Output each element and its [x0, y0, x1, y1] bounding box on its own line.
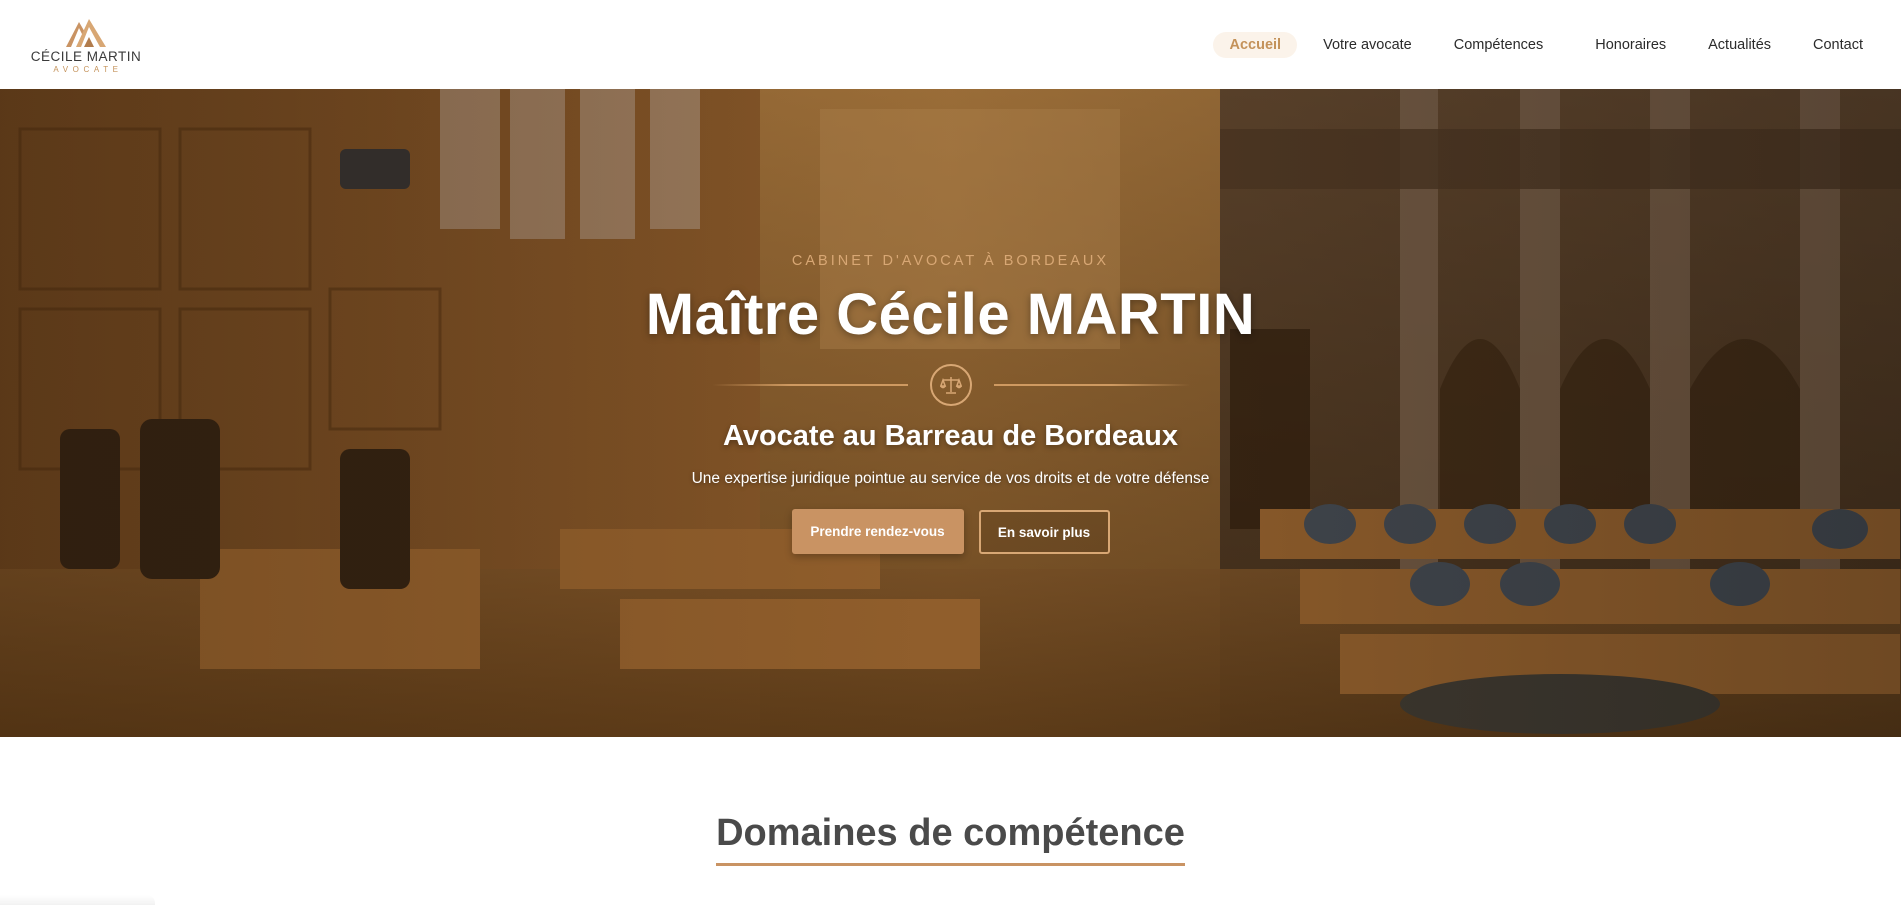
site-header: CÉCILE MARTIN AVOCATE Accueil Votre avoc… — [0, 0, 1901, 89]
hero-eyebrow: CABINET D'AVOCAT À BORDEAUX — [791, 253, 1110, 269]
mountain-monogram-icon — [66, 18, 106, 47]
floating-widget-edge — [0, 895, 155, 905]
hero-cta-row: Prendre rendez-vous En savoir plus — [791, 508, 1110, 554]
hero-tagline: Une expertise juridique pointue au servi… — [691, 470, 1210, 487]
logo-name: CÉCILE MARTIN — [30, 48, 142, 64]
book-appointment-button[interactable]: Prendre rendez-vous — [791, 508, 964, 554]
learn-more-button[interactable]: En savoir plus — [978, 510, 1110, 554]
nav-item-actualites[interactable]: Actualités — [1692, 32, 1787, 58]
section-title: Domaines de compétence — [716, 812, 1185, 866]
nav-item-honoraires[interactable]: Honoraires — [1579, 32, 1682, 58]
logo-subtitle: AVOCATE — [53, 64, 123, 74]
nav-item-contact[interactable]: Contact — [1797, 32, 1879, 58]
hero-section: CABINET D'AVOCAT À BORDEAUX Maître Cécil… — [0, 89, 1901, 737]
nav-item-votre-avocate[interactable]: Votre avocate — [1307, 32, 1428, 58]
scales-of-justice-icon — [939, 377, 962, 394]
divider-line-right — [993, 384, 1190, 386]
hero-divider — [711, 364, 1190, 406]
divider-line-left — [711, 384, 908, 386]
hero-title: Maître Cécile MARTIN — [645, 282, 1256, 347]
scales-badge — [929, 364, 972, 406]
competences-section: Domaines de compétence — [0, 812, 1901, 866]
hero-subtitle: Avocate au Barreau de Bordeaux — [722, 420, 1179, 452]
logo[interactable]: CÉCILE MARTIN AVOCATE — [28, 16, 144, 74]
nav-item-competences[interactable]: Compétences — [1438, 32, 1559, 58]
nav-item-accueil[interactable]: Accueil — [1213, 31, 1298, 58]
main-nav: Accueil Votre avocate Compétences Honora… — [1213, 31, 1879, 58]
hero-content: CABINET D'AVOCAT À BORDEAUX Maître Cécil… — [0, 89, 1901, 737]
